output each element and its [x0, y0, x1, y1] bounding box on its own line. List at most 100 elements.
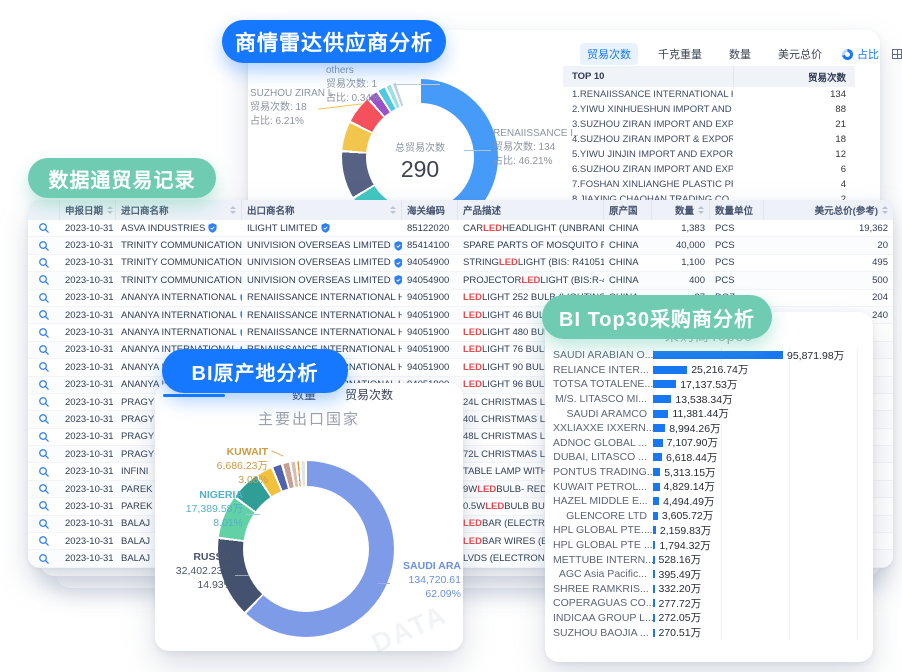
bar-row[interactable]: KUWAIT PETROL...4,829.14万 — [553, 479, 861, 494]
cell[interactable] — [28, 361, 60, 373]
top10-row[interactable]: 3.SUZHOU ZIRAN IMPORT AND EXPORT CO.21 — [563, 117, 855, 132]
search-icon[interactable] — [38, 222, 50, 234]
bar-row[interactable]: HPL GLOBAL PTE ...1,794.32万 — [553, 538, 861, 553]
bar-label: PONTUS TRADING... — [553, 466, 653, 478]
bar-row[interactable]: GLENCORE LTD3,605.72万 — [553, 509, 861, 524]
bar-row[interactable]: SAUDI ARAMCO11,381.44万 — [553, 406, 861, 421]
top10-row[interactable]: 2.YIWU XINHUESHUN IMPORT AND88 — [563, 102, 855, 117]
supplier-tab-1[interactable]: 千克重量 — [651, 43, 709, 65]
search-icon[interactable] — [38, 448, 50, 460]
search-icon[interactable] — [38, 518, 50, 530]
top10-row[interactable]: 1.RENAIISSANCE INTERNATIONAL HK134 — [563, 87, 855, 102]
column-header-3[interactable]: 出口商名称 — [242, 200, 402, 220]
search-icon[interactable] — [38, 379, 50, 391]
cell[interactable] — [28, 448, 60, 460]
cell[interactable] — [28, 535, 60, 547]
bar-row[interactable]: RELIANCE INTER...25,216.74万 — [553, 363, 861, 378]
sort-icon[interactable] — [230, 206, 236, 214]
led-keyword: LED — [477, 484, 496, 495]
supplier-action-detail[interactable]: 明细 — [892, 46, 902, 62]
cell[interactable] — [28, 292, 60, 304]
table-row[interactable]: 2023-10-31TRINITY COMMUNICATIONSUNIVISIO… — [28, 272, 893, 289]
cell[interactable] — [28, 257, 60, 269]
cell[interactable] — [28, 379, 60, 391]
bar-label: METTUBE INTERN... — [553, 554, 653, 566]
bar-row[interactable]: SUZHOU BAOJIA ...270.51万 — [553, 625, 861, 640]
supplier-tab-0[interactable]: 贸易次数 — [580, 43, 638, 65]
search-icon[interactable] — [38, 240, 50, 252]
table-row[interactable]: 2023-10-31ASVA INDUSTRIESILIGHT LIMITED8… — [28, 220, 893, 237]
cell[interactable] — [28, 500, 60, 512]
bar-row[interactable]: AGC Asia Pacific...395.49万 — [553, 567, 861, 582]
cell[interactable] — [28, 344, 60, 356]
bar-row[interactable]: SHREE RAMKRIS...332.20万 — [553, 582, 861, 597]
supplier-tab-3[interactable]: 美元总价 — [771, 43, 829, 65]
search-icon[interactable] — [38, 466, 50, 478]
cell[interactable] — [28, 553, 60, 565]
bar-row[interactable]: ADNOC GLOBAL ...7,107.90万 — [553, 436, 861, 451]
column-header-2[interactable]: 进口商名称 — [116, 200, 242, 220]
bar-label: INDICAA GROUP L... — [553, 612, 653, 624]
search-icon[interactable] — [38, 361, 50, 373]
cell: 85414100 — [402, 240, 458, 251]
cell: 94051900 — [402, 362, 458, 373]
callout-line — [464, 150, 491, 151]
cell: 2023-10-31 — [60, 553, 116, 564]
origin-donut-chart[interactable] — [218, 461, 394, 637]
bar — [653, 424, 665, 432]
search-icon[interactable] — [38, 344, 50, 356]
cell[interactable] — [28, 483, 60, 495]
table-row[interactable]: 2023-10-31TRINITY COMMUNICATIONSUNIVISIO… — [28, 237, 893, 254]
column-header-9[interactable]: 美元总价(参考) — [764, 200, 893, 220]
verified-shield-icon — [394, 275, 402, 285]
cell: 94051900 — [402, 344, 458, 355]
bar-row[interactable]: HPL GLOBAL PTE....2,159.83万 — [553, 523, 861, 538]
column-header-7[interactable]: 数量 — [652, 200, 710, 220]
search-icon[interactable] — [38, 483, 50, 495]
search-icon[interactable] — [38, 292, 50, 304]
search-icon[interactable] — [38, 535, 50, 547]
cell[interactable] — [28, 396, 60, 408]
search-icon[interactable] — [38, 553, 50, 565]
cell[interactable] — [28, 413, 60, 425]
bar-row[interactable]: PONTUS TRADING...5,313.15万 — [553, 465, 861, 480]
bar-row[interactable]: METTUBE INTERN...528.16万 — [553, 552, 861, 567]
search-icon[interactable] — [38, 257, 50, 269]
search-icon[interactable] — [38, 413, 50, 425]
top10-row[interactable]: 5.YIWU JINJIN IMPORT AND EXPORT CO12 — [563, 147, 855, 162]
search-icon[interactable] — [38, 500, 50, 512]
table-row[interactable]: 2023-10-31TRINITY COMMUNICATIONSUNIVISIO… — [28, 255, 893, 272]
cell[interactable] — [28, 466, 60, 478]
bar-row[interactable]: COPERAGUAS CO...277.72万 — [553, 596, 861, 611]
cell[interactable] — [28, 431, 60, 443]
bar-row[interactable]: DUBAI, LITASCO ...6,618.44万 — [553, 450, 861, 465]
sort-icon[interactable] — [698, 206, 704, 214]
bar-row[interactable]: SAUDI ARABIAN O...95,871.98万 — [553, 348, 861, 363]
bar-row[interactable]: HAZEL MIDDLE E...4,494.49万 — [553, 494, 861, 509]
cell[interactable] — [28, 240, 60, 252]
supplier-tab-2[interactable]: 数量 — [722, 43, 758, 65]
search-icon[interactable] — [38, 327, 50, 339]
column-header-1[interactable]: 申报日期 — [60, 200, 116, 220]
cell[interactable] — [28, 518, 60, 530]
bar-row[interactable]: TOTSA TOTALENE...17,137.53万 — [553, 377, 861, 392]
top10-row[interactable]: 7.FOSHAN XINLIANGHE PLASTIC PRODUCTS4 — [563, 177, 855, 192]
top10-row[interactable]: 6.SUZHOU ZIRAN IMPORT AND EXPORT6 — [563, 162, 855, 177]
search-icon[interactable] — [38, 274, 50, 286]
bar-row[interactable]: INDICAA GROUP L...272.05万 — [553, 611, 861, 626]
search-icon[interactable] — [38, 396, 50, 408]
cell[interactable] — [28, 222, 60, 234]
search-icon[interactable] — [38, 309, 50, 321]
cell[interactable] — [28, 327, 60, 339]
bar-row[interactable]: M/S. LITASCO MI...13,538.34万 — [553, 392, 861, 407]
supplier-action-ratio[interactable]: 占比 — [842, 46, 879, 62]
sort-icon[interactable] — [107, 206, 113, 214]
cell[interactable] — [28, 274, 60, 286]
sort-icon[interactable] — [882, 206, 888, 214]
search-icon[interactable] — [38, 431, 50, 443]
bar-row[interactable]: XXLIAXXE IXXERN...8,994.26万 — [553, 421, 861, 436]
top10-row[interactable]: 4.SUZHOU ZIRAN IMPORT & EXPORT CO.LTD18 — [563, 132, 855, 147]
sort-icon[interactable] — [390, 206, 396, 214]
origin-tab-1[interactable]: 贸易次数 — [345, 386, 393, 403]
cell[interactable] — [28, 309, 60, 321]
